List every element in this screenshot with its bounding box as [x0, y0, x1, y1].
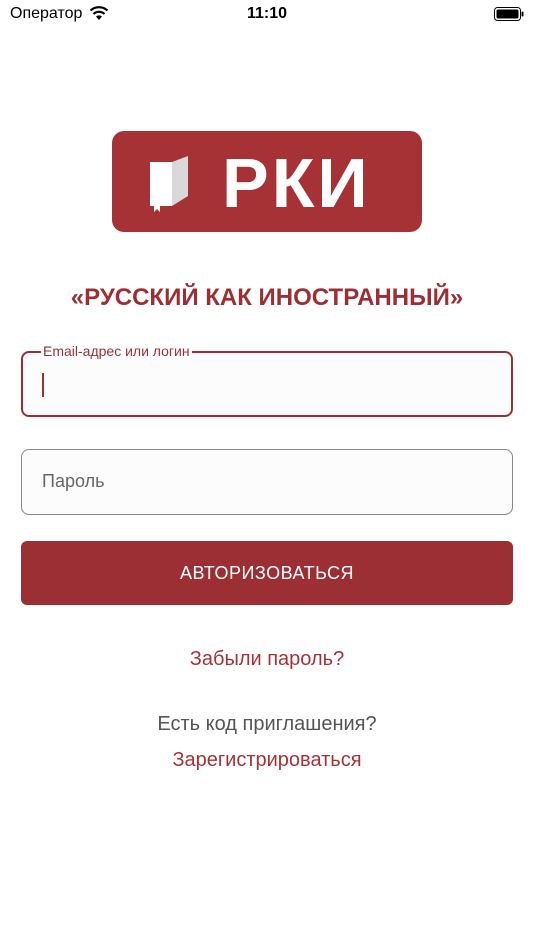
password-field[interactable]: Пароль: [21, 449, 513, 515]
clock: 11:10: [246, 5, 288, 22]
forgot-password-link[interactable]: Забыли пароль?: [0, 648, 534, 671]
status-bar: Оператор 11:10: [0, 0, 534, 30]
register-link[interactable]: Зарегистрироваться: [0, 749, 534, 772]
email-field-label: Email-адрес или логин: [41, 343, 192, 359]
book-icon: [150, 156, 188, 212]
battery-icon: [494, 7, 524, 21]
text-cursor: [42, 373, 44, 397]
invite-code-question: Есть код приглашения?: [157, 713, 377, 735]
app-logo: РКИ: [112, 131, 422, 232]
email-field[interactable]: Email-адрес или логин: [21, 343, 513, 417]
password-placeholder: Пароль: [42, 471, 105, 491]
app-tagline: «РУССКИЙ КАК ИНОСТРАННЫЙ»: [70, 284, 464, 311]
login-button[interactable]: АВТОРИЗОВАТЬСЯ: [21, 541, 513, 605]
logo-text: РКИ: [222, 144, 371, 222]
